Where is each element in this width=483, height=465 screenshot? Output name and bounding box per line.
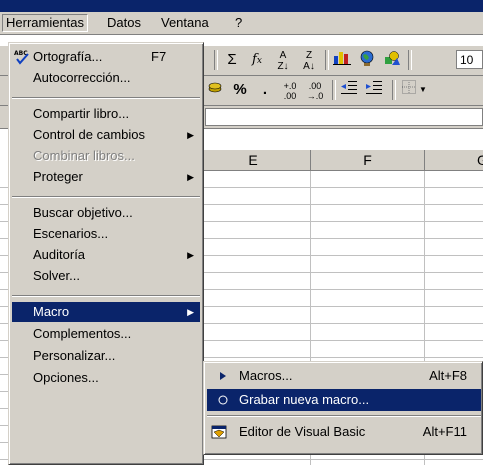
macro-submenu: Macros... Alt+F8 Grabar nueva macro... E… xyxy=(203,361,483,455)
submenu-arrow-icon: ▶ xyxy=(187,250,194,260)
menu-item-auditoria[interactable]: Auditoría ▶ xyxy=(12,245,200,265)
menu-bar: Herramientas Datos Ventana ? xyxy=(0,12,483,35)
toolbar-separator xyxy=(392,80,396,100)
submenu-arrow-icon: ▶ xyxy=(187,130,194,140)
vb-editor-icon xyxy=(209,421,229,443)
toolbar-separator xyxy=(332,80,336,100)
menu-item-macro[interactable]: Macro ▶ xyxy=(12,302,200,322)
record-dot-icon xyxy=(215,389,231,411)
submenu-item-editor-visual-basic[interactable]: Editor de Visual Basic Alt+F11 xyxy=(207,421,481,443)
menu-item-control-de-cambios[interactable]: Control de cambios ▶ xyxy=(12,125,200,145)
menu-separator xyxy=(207,415,481,417)
menu-datos[interactable]: Datos xyxy=(104,15,144,31)
play-triangle-icon xyxy=(215,365,231,387)
percent-style-icon[interactable]: % xyxy=(229,79,251,101)
menu-help[interactable]: ? xyxy=(232,15,245,31)
increase-decimal-icon[interactable]: +.0.00 xyxy=(279,79,301,103)
menu-item-complementos[interactable]: Complementos... xyxy=(12,324,200,344)
menu-separator xyxy=(12,97,200,99)
menu-item-solver[interactable]: Solver... xyxy=(12,266,200,286)
toolbar-separator xyxy=(408,50,412,70)
menu-item-escenarios[interactable]: Escenarios... xyxy=(12,224,200,244)
borders-dropdown-arrow-icon[interactable]: ▼ xyxy=(418,79,428,101)
menu-separator xyxy=(12,295,200,297)
decrease-indent-icon[interactable] xyxy=(338,79,360,101)
submenu-item-macros[interactable]: Macros... Alt+F8 xyxy=(207,365,481,387)
borders-icon[interactable] xyxy=(398,79,420,101)
menu-item-combinar-libros: Combinar libros... xyxy=(33,148,135,163)
drawing-icon[interactable] xyxy=(381,49,403,71)
toolbar-separator xyxy=(214,50,218,70)
spelling-abc-icon: ABC xyxy=(14,50,29,65)
menu-item-proteger[interactable]: Proteger ▶ xyxy=(12,167,200,187)
map-globe-icon[interactable] xyxy=(356,49,378,71)
toolbar-separator xyxy=(325,50,329,70)
insert-function-icon[interactable]: fx xyxy=(246,49,268,71)
sort-descending-icon[interactable]: Z A↓ xyxy=(298,49,320,72)
menu-item-autocorreccion[interactable]: Autocorrección... xyxy=(12,68,200,88)
menu-herramientas[interactable]: Herramientas xyxy=(2,14,89,32)
formula-input[interactable] xyxy=(205,108,483,126)
submenu-arrow-icon: ▶ xyxy=(187,307,194,317)
column-header-g[interactable]: G xyxy=(425,150,483,171)
column-header-f[interactable]: F xyxy=(311,150,425,171)
decrease-decimal-icon[interactable]: .00 →.0 xyxy=(304,79,326,103)
chart-wizard-icon[interactable] xyxy=(331,49,353,71)
title-bar-strip xyxy=(0,0,483,12)
autosum-icon[interactable]: Σ xyxy=(221,49,243,71)
submenu-item-grabar-nueva-macro[interactable]: Grabar nueva macro... xyxy=(207,389,481,411)
sort-ascending-icon[interactable]: A Z↓ xyxy=(272,49,294,72)
menu-item-buscar-objetivo[interactable]: Buscar objetivo... xyxy=(12,203,200,223)
menu-ventana[interactable]: Ventana xyxy=(158,15,212,31)
tools-menu: ABC Ortografía... F7 Autocorrección... C… xyxy=(8,42,204,465)
menu-item-ortografia[interactable]: ABC Ortografía... F7 xyxy=(12,47,200,67)
submenu-arrow-icon: ▶ xyxy=(187,172,194,182)
menu-separator xyxy=(12,196,200,198)
menu-item-opciones[interactable]: Opciones... xyxy=(12,368,200,388)
comma-style-icon[interactable]: . xyxy=(254,79,276,101)
increase-indent-icon[interactable] xyxy=(363,79,385,101)
column-header-e[interactable]: E xyxy=(196,150,311,171)
font-size-field[interactable]: 10 xyxy=(456,50,483,69)
menu-item-personalizar[interactable]: Personalizar... xyxy=(12,346,200,366)
menu-item-compartir-libro[interactable]: Compartir libro... xyxy=(12,104,200,124)
currency-icon[interactable] xyxy=(204,79,226,101)
